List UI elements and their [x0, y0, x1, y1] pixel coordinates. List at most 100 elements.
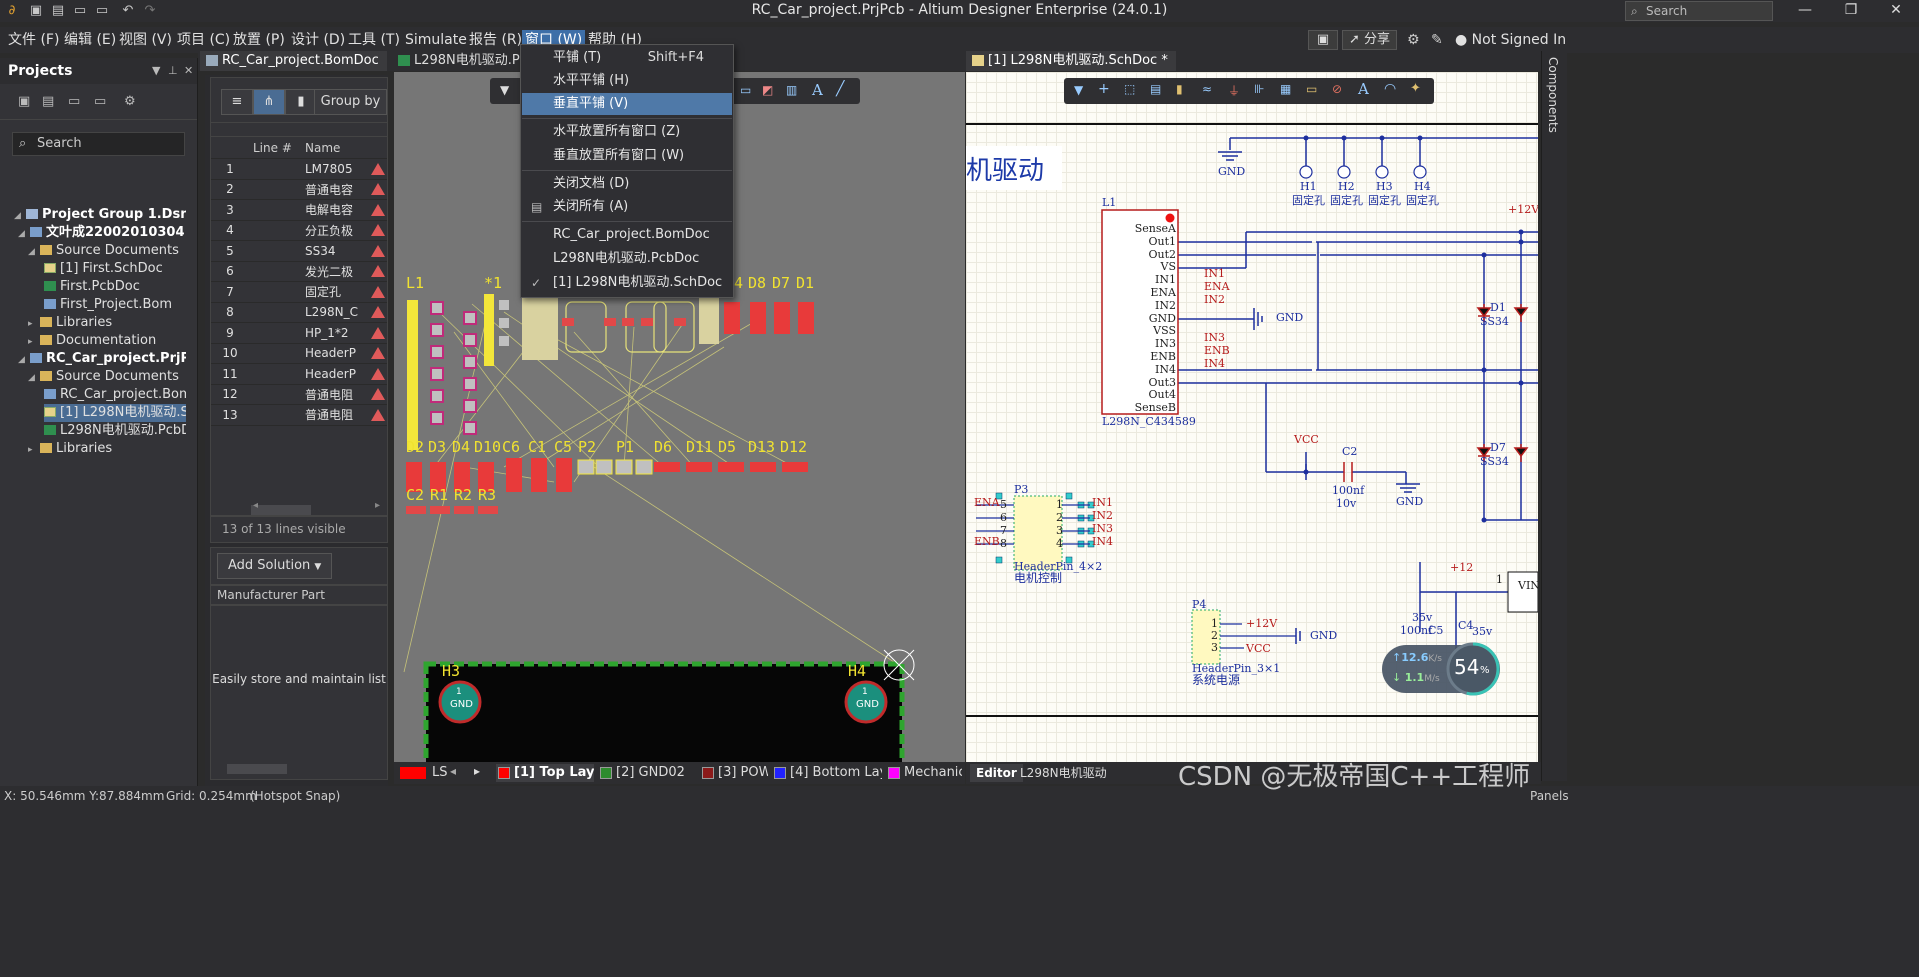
menu-item-close-all[interactable]: ▤ 关闭所有 (A)	[522, 196, 732, 218]
place-directive-icon[interactable]: ✦	[1410, 81, 1421, 96]
project-settings-icon[interactable]: ⚙	[124, 94, 136, 109]
chat-icon[interactable]: ▣	[1308, 30, 1338, 50]
panel-menu-icon[interactable]: ▼	[152, 58, 160, 84]
pin-icon[interactable]: ⊥	[168, 58, 178, 84]
place-port-icon[interactable]: ▭	[1306, 82, 1317, 96]
bom-row[interactable]: 13 普通电阻	[211, 404, 387, 426]
menu-tools[interactable]: 工具 (T)	[345, 30, 403, 50]
save-all-projects-icon[interactable]: ▤	[42, 94, 54, 109]
save-project-icon[interactable]: ▣	[18, 94, 30, 109]
minimize-button[interactable]: —	[1782, 0, 1828, 22]
components-panel-label[interactable]: Components	[1546, 57, 1560, 133]
menu-view[interactable]: 视图 (V)	[116, 30, 175, 50]
move-icon[interactable]: +	[1098, 81, 1110, 97]
expand-arrow-icon[interactable]: ◢	[18, 351, 30, 368]
project-tree-item[interactable]: ◢ RC_Car_project.PrjPcb	[18, 350, 186, 368]
project-tree-item[interactable]: [1] First.SchDoc	[44, 260, 186, 278]
panels-button[interactable]: Panels	[1530, 789, 1569, 803]
project-tree-item[interactable]: First.PcbDoc	[44, 278, 186, 296]
project-tree-item[interactable]: ◢ Source Documents	[28, 242, 186, 260]
solution-hscroll-thumb[interactable]	[227, 764, 287, 774]
bom-row[interactable]: 7 固定孔	[211, 281, 387, 303]
menu-edit[interactable]: 编辑 (E)	[61, 30, 119, 50]
bom-row[interactable]: 2 普通电容	[211, 179, 387, 200]
layer-set-ls[interactable]: LS	[396, 764, 448, 782]
project-tree-item[interactable]: ◢ 文叶成22002010304	[18, 224, 186, 242]
bom-row[interactable]: 5 SS34	[211, 240, 387, 262]
tab-bom-doc[interactable]: RC_Car_project.BomDoc	[200, 51, 387, 71]
bom-hscroll-thumb[interactable]	[251, 505, 311, 515]
menu-project[interactable]: 项目 (C)	[174, 30, 233, 50]
menu-item-close-document[interactable]: 关闭文档 (D)	[522, 173, 732, 195]
place-bus-icon[interactable]: ⊪	[1254, 82, 1264, 96]
menu-item-arrange-vertical[interactable]: 垂直放置所有窗口 (W)	[522, 145, 732, 167]
tab-sheet[interactable]: L298N电机驱动	[1020, 764, 1107, 782]
layer-tab[interactable]: [2] GND02	[598, 764, 696, 782]
settings-gear-icon[interactable]: ⚙	[1404, 30, 1423, 50]
place-part-icon[interactable]: ▮	[1176, 82, 1183, 96]
place-arc-icon[interactable]: ◠	[1384, 81, 1396, 97]
share-button[interactable]: ➚ 分享	[1342, 30, 1398, 50]
expand-arrow-icon[interactable]: ▸	[28, 441, 40, 458]
layer-tab[interactable]: Mechanical	[886, 764, 962, 782]
panel-close-icon[interactable]: ✕	[184, 58, 193, 84]
expand-arrow-icon[interactable]: ◢	[14, 207, 26, 224]
bom-row[interactable]: 12 普通电阻	[211, 384, 387, 405]
bom-row[interactable]: 1 LM7805	[211, 158, 387, 180]
layer-prev-icon[interactable]: ◂	[450, 764, 456, 778]
project-tree-item[interactable]: ▸ Libraries	[28, 440, 186, 458]
group-by-button[interactable]: Group by	[314, 89, 387, 115]
menu-design[interactable]: 设计 (D)	[288, 30, 348, 50]
open-project-icon[interactable]: ▭	[68, 94, 80, 109]
tree-view-icon[interactable]: ⋔	[253, 89, 285, 115]
add-solution-button[interactable]: Add Solution ▼	[217, 553, 333, 579]
layer-tab[interactable]: [3] POW03	[700, 764, 768, 782]
layer-tab[interactable]: [1] Top Layer	[496, 764, 594, 782]
filter-icon[interactable]: ▼	[1074, 83, 1083, 97]
menu-item-tile-horizontal[interactable]: 水平平铺 (H)	[522, 70, 732, 92]
project-tree-item[interactable]: ◢ Source Documents	[28, 368, 186, 386]
project-tree-item[interactable]: RC_Car_project.BomDoc	[44, 386, 186, 404]
maximize-button[interactable]: ❐	[1828, 0, 1874, 22]
menu-item-doc-bom[interactable]: RC_Car_project.BomDoc	[522, 224, 732, 246]
bom-row[interactable]: 10 HeaderP	[211, 343, 387, 364]
menu-item-arrange-horizontal[interactable]: 水平放置所有窗口 (Z)	[522, 121, 732, 143]
expand-arrow-icon[interactable]: ◢	[28, 243, 40, 260]
project-tree-item[interactable]: First_Project.Bom	[44, 296, 186, 314]
project-tree-item[interactable]: ▸ Documentation	[28, 332, 186, 350]
list-view-icon[interactable]: ≡	[221, 89, 253, 115]
user-account-button[interactable]: ● Not Signed In	[1452, 30, 1569, 50]
place-sheet-icon[interactable]: ▦	[1280, 82, 1291, 96]
project-tree-item[interactable]: ◢ Project Group 1.DsnW	[14, 206, 186, 224]
global-search-input[interactable]: ⌕ Search	[1625, 1, 1773, 21]
expand-arrow-icon[interactable]: ▸	[28, 333, 40, 350]
project-tree-item[interactable]: L298N电机驱动.PcbDoc	[44, 422, 186, 440]
menu-place[interactable]: 放置 (P)	[230, 30, 288, 50]
project-tree-item[interactable]: ▸ Libraries	[28, 314, 186, 332]
menu-item-doc-sch[interactable]: ✓ [1] L298N电机驱动.SchDoc	[522, 272, 732, 294]
place-power-icon[interactable]: ⏚	[1228, 82, 1240, 99]
menu-reports[interactable]: 报告 (R)	[466, 30, 525, 50]
layer-next-icon[interactable]: ▸	[474, 764, 480, 778]
select-icon[interactable]: ⬚	[1124, 82, 1135, 96]
layer-tab[interactable]: [4] Bottom Layer	[772, 764, 882, 782]
no-erc-icon[interactable]: ⊘	[1332, 82, 1342, 96]
col-line-number[interactable]: Line #	[249, 138, 301, 159]
bom-row[interactable]: 11 HeaderP	[211, 363, 387, 385]
expand-arrow-icon[interactable]: ◢	[28, 369, 40, 386]
align-icon[interactable]: ▤	[1150, 82, 1161, 96]
bom-row[interactable]: 4 分正负极	[211, 220, 387, 241]
expand-arrow-icon[interactable]: ◢	[18, 225, 30, 242]
open-doc-icon[interactable]: ▭	[94, 94, 106, 109]
components-panel-strip[interactable]: Components	[1541, 51, 1567, 781]
expand-arrow-icon[interactable]: ▸	[28, 315, 40, 332]
menu-item-tile[interactable]: 平铺 (T) Shift+F4	[522, 47, 732, 69]
scroll-left-icon[interactable]: ◂	[253, 500, 258, 511]
scroll-right-icon[interactable]: ▸	[375, 500, 380, 511]
bom-row[interactable]: 3 电解电容	[211, 199, 387, 221]
menu-file[interactable]: 文件 (F)	[5, 30, 62, 50]
chart-view-icon[interactable]: ▮	[285, 89, 317, 115]
close-button[interactable]: ✕	[1873, 0, 1919, 22]
bom-row[interactable]: 8 L298N_C	[211, 302, 387, 323]
notifications-icon[interactable]: ✎	[1428, 30, 1446, 50]
